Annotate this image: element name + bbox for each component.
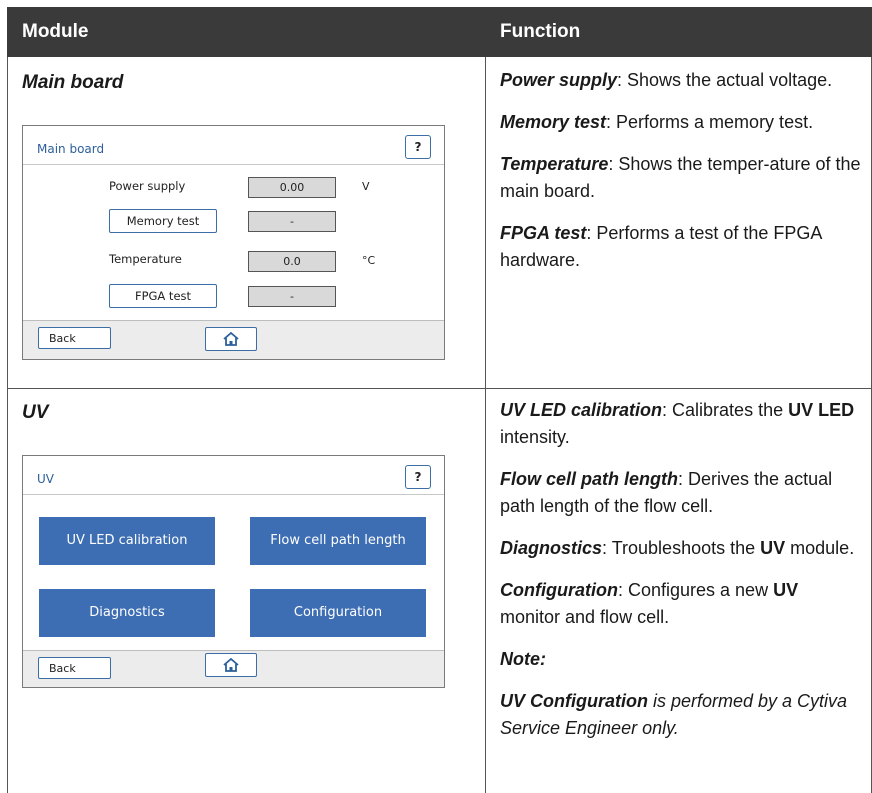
home-button[interactable] (205, 653, 257, 677)
uv-led-calibration-button[interactable]: UV LED calibration (39, 517, 215, 565)
column-divider (485, 57, 486, 793)
screen-footer: Back (23, 320, 444, 359)
note-title: Note: (500, 649, 546, 669)
memory-test-button[interactable]: Memory test (109, 209, 217, 233)
screen-title: UV (37, 472, 54, 486)
function-item: Memory test: Performs a memory test. (500, 112, 814, 132)
home-button[interactable] (205, 327, 257, 351)
flow-cell-path-length-button[interactable]: Flow cell path length (250, 517, 426, 565)
table-header: Module Function (7, 7, 872, 57)
screen-title-divider (23, 164, 444, 165)
function-item: Diagnostics: Troubleshoots the UV module… (500, 538, 855, 558)
help-button[interactable]: ? (405, 135, 431, 159)
fpga-test-result: - (248, 286, 336, 307)
back-button[interactable]: Back (38, 657, 111, 679)
function-item: Temperature: Shows the temper-ature of t… (500, 154, 861, 201)
screen-title: Main board (37, 142, 105, 156)
uv-screen: UV ? UV LED calibration Flow cell path l… (22, 455, 445, 688)
module-name-main-board: Main board (22, 72, 124, 93)
fpga-test-button[interactable]: FPGA test (109, 284, 217, 308)
uv-functions: UV LED calibration: Calibrates the UV LE… (500, 397, 862, 757)
home-icon (223, 658, 239, 672)
function-item: Power supply: Shows the actual voltage. (500, 70, 833, 90)
help-button[interactable]: ? (405, 465, 431, 489)
screen-title-divider (23, 494, 444, 495)
function-item: FPGA test: Performs a test of the FPGA h… (500, 223, 822, 270)
screen-footer: Back (23, 650, 444, 687)
diagnostics-button[interactable]: Diagnostics (39, 589, 215, 637)
note-text: UV Configuration is performed by a Cytiv… (500, 691, 848, 738)
main-board-screen: Main board ? Power supply 0.00 V Memory … (22, 125, 445, 360)
column-header-function: Function (500, 21, 581, 42)
power-supply-unit: V (362, 180, 370, 193)
column-header-module: Module (22, 21, 89, 42)
function-item: Configuration: Configures a new UV monit… (500, 580, 799, 627)
temperature-value: 0.0 (248, 251, 336, 272)
function-item: UV LED calibration: Calibrates the UV LE… (500, 400, 855, 447)
memory-test-result: - (248, 211, 336, 232)
back-button[interactable]: Back (38, 327, 111, 349)
home-icon (223, 332, 239, 346)
main-board-functions: Power supply: Shows the actual voltage. … (500, 67, 862, 289)
table-border-left (7, 57, 8, 793)
module-name-uv: UV (22, 402, 49, 423)
power-supply-label: Power supply (109, 179, 186, 193)
temperature-label: Temperature (109, 252, 182, 266)
temperature-unit: °C (362, 254, 376, 267)
row-divider (7, 388, 872, 389)
function-item: Flow cell path length: Derives the actua… (500, 469, 833, 516)
configuration-button[interactable]: Configuration (250, 589, 426, 637)
power-supply-value: 0.00 (248, 177, 336, 198)
